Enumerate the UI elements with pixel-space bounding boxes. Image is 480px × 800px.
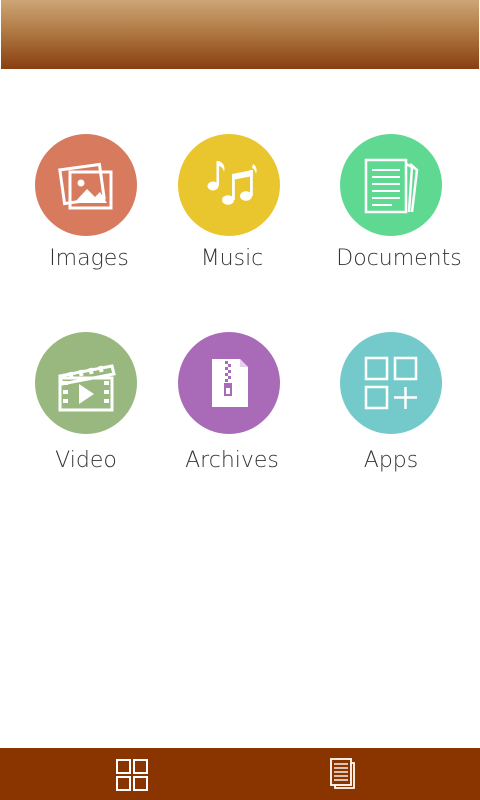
music-label: Music — [200, 246, 264, 271]
apps-icon — [340, 332, 442, 434]
documents-label: Documents — [336, 246, 462, 271]
bottom-tab-bar — [0, 748, 480, 800]
apps-label: Apps — [363, 448, 419, 473]
video-icon — [35, 332, 137, 434]
images-tile[interactable]: Images — [19, 134, 159, 294]
category-grid: Images Music Documents Video Archives Ap… — [0, 0, 480, 748]
archives-icon — [178, 332, 280, 434]
images-icon — [35, 134, 137, 236]
tab-documents[interactable] — [240, 748, 480, 800]
music-tile[interactable]: Music — [162, 134, 302, 294]
document-list-icon — [330, 758, 355, 789]
archives-label: Archives — [185, 448, 279, 473]
music-icon — [178, 134, 280, 236]
grid-icon — [116, 759, 148, 791]
video-label: Video — [55, 448, 117, 473]
video-tile[interactable]: Video — [19, 332, 159, 492]
documents-tile[interactable]: Documents — [324, 134, 464, 294]
archives-tile[interactable]: Archives — [162, 332, 302, 492]
apps-tile[interactable]: Apps — [324, 332, 464, 492]
documents-icon — [340, 134, 442, 236]
images-label: Images — [49, 246, 129, 271]
tab-categories[interactable] — [0, 748, 240, 800]
